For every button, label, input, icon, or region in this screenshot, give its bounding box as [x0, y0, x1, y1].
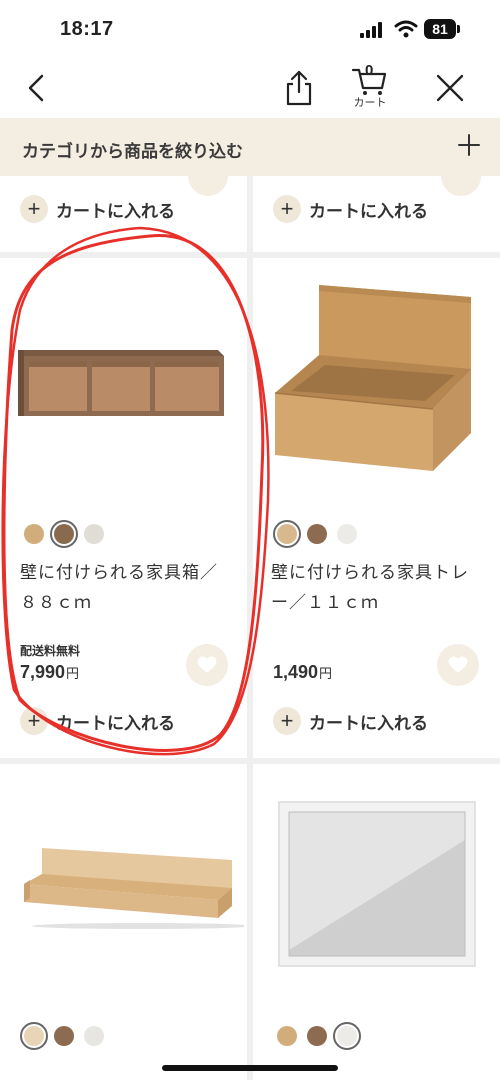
plus-icon: +	[20, 707, 48, 735]
cart-count: 0	[365, 62, 374, 79]
plus-icon: +	[273, 707, 301, 735]
add-to-cart-button[interactable]: + カートに入れる	[20, 194, 175, 224]
product-name-line: 壁に付けられる家具箱／	[20, 563, 218, 582]
heart-icon[interactable]	[441, 176, 481, 196]
status-bar: 18:17 81	[0, 0, 500, 58]
product-name-line: 壁に付けられる家具トレ	[271, 563, 469, 582]
product-name-line: ８８ｃｍ	[20, 593, 92, 612]
product-card-wall-shelf[interactable]	[0, 764, 247, 1080]
color-swatch[interactable]	[277, 1026, 297, 1046]
plus-icon: +	[273, 195, 301, 223]
plus-icon: +	[20, 195, 48, 223]
free-shipping-badge: 配送料無料	[20, 644, 81, 658]
product-grid: + カートに入れる + カートに入れる 壁に付けられる家具箱／ ８８ｃｍ 配送料…	[0, 176, 500, 1080]
add-to-cart-label: カートに入れる	[56, 201, 175, 221]
product-name-line: ー／１１ｃｍ	[271, 593, 379, 612]
color-swatches	[273, 520, 357, 548]
heart-icon	[448, 656, 468, 673]
product-card-wall-tray[interactable]: 壁に付けられる家具トレ ー／１１ｃｍ 1,490円 + カートに入れる	[253, 258, 500, 758]
product-card-top-left[interactable]: + カートに入れる	[0, 176, 247, 252]
product-name[interactable]: 壁に付けられる家具トレ ー／１１ｃｍ	[271, 558, 469, 618]
color-swatch[interactable]	[54, 1026, 74, 1046]
product-card-top-right[interactable]: + カートに入れる	[253, 176, 500, 252]
price-value: 7,990	[20, 662, 66, 682]
add-to-cart-label: カートに入れる	[309, 713, 428, 733]
add-to-cart-label: カートに入れる	[56, 713, 175, 733]
product-image[interactable]	[18, 348, 228, 418]
nav-bar: 0 カート	[0, 58, 500, 118]
close-icon[interactable]	[434, 72, 466, 104]
cart-label: カート	[353, 97, 387, 109]
share-icon[interactable]	[282, 68, 316, 108]
battery-indicator: 81	[424, 19, 460, 39]
heart-icon[interactable]	[188, 176, 228, 196]
product-card-wall-box[interactable]: 壁に付けられる家具箱／ ８８ｃｍ 配送料無料 7,990円 + カートに入れる	[0, 258, 247, 758]
color-swatch[interactable]	[307, 1026, 327, 1046]
chevron-left-icon[interactable]	[20, 68, 50, 108]
color-swatches	[20, 1022, 104, 1050]
price-value: 1,490	[273, 662, 319, 682]
product-price: 1,490円	[273, 662, 332, 683]
color-swatch-selected[interactable]	[20, 1022, 48, 1050]
color-swatch-selected[interactable]	[333, 1022, 361, 1050]
color-swatch[interactable]	[337, 524, 357, 544]
product-image[interactable]	[22, 846, 244, 930]
add-to-cart-button[interactable]: + カートに入れる	[273, 194, 428, 224]
color-swatch[interactable]	[307, 524, 327, 544]
add-to-cart-button[interactable]: + カートに入れる	[273, 706, 428, 736]
color-swatches	[277, 1022, 361, 1050]
favorite-button[interactable]	[437, 644, 479, 686]
product-card-wall-mirror[interactable]	[253, 764, 500, 1080]
status-time: 18:17	[60, 18, 114, 40]
color-swatches	[24, 520, 104, 548]
product-name[interactable]: 壁に付けられる家具箱／ ８８ｃｍ	[20, 558, 218, 618]
color-swatch-selected[interactable]	[273, 520, 301, 548]
price-currency: 円	[66, 666, 80, 681]
color-swatch-selected[interactable]	[50, 520, 78, 548]
cart-button[interactable]: 0 カート	[346, 62, 394, 114]
add-to-cart-button[interactable]: + カートに入れる	[20, 706, 175, 736]
wifi-icon	[394, 20, 418, 38]
price-currency: 円	[319, 666, 333, 681]
category-filter-label: カテゴリから商品を絞り込む	[22, 142, 243, 161]
color-swatch[interactable]	[24, 524, 44, 544]
color-swatch[interactable]	[84, 524, 104, 544]
signal-icon	[360, 22, 382, 38]
product-price: 7,990円	[20, 662, 79, 683]
add-to-cart-label: カートに入れる	[309, 201, 428, 221]
color-swatch[interactable]	[84, 1026, 104, 1046]
favorite-button[interactable]	[186, 644, 228, 686]
category-filter-bar[interactable]: カテゴリから商品を絞り込む	[0, 118, 500, 176]
home-indicator[interactable]	[162, 1065, 338, 1071]
plus-icon[interactable]	[456, 132, 482, 158]
product-image[interactable]	[273, 283, 473, 473]
product-image[interactable]	[277, 800, 477, 968]
heart-icon	[197, 656, 217, 673]
